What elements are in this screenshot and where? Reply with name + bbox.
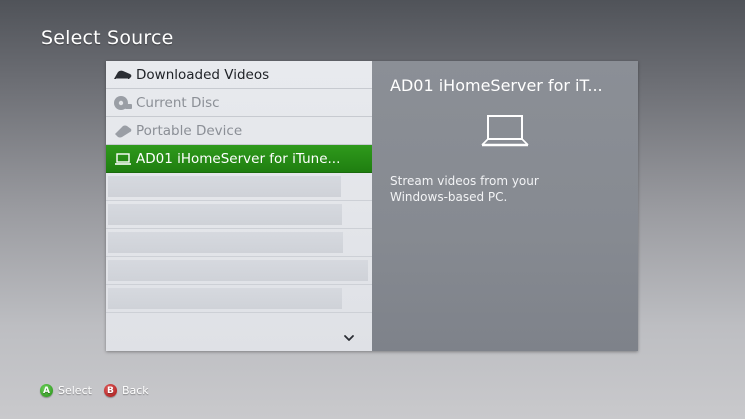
source-list: Downloaded Videos Current Disc Portable …	[106, 61, 372, 351]
select-hint[interactable]: Select	[58, 384, 92, 397]
empty-list-slot	[106, 201, 372, 229]
portable-device-icon	[112, 122, 134, 140]
list-item-label: AD01 iHomeServer for iTune...	[136, 150, 341, 167]
empty-list-slot	[106, 285, 372, 313]
empty-list-slot	[106, 229, 372, 257]
empty-list-slot	[106, 257, 372, 285]
details-title: AD01 iHomeServer for iT...	[390, 76, 603, 95]
list-item-label: Portable Device	[136, 122, 243, 139]
page-title: Select Source	[41, 27, 174, 49]
laptop-icon	[112, 150, 134, 168]
chevron-down-icon[interactable]	[342, 329, 356, 341]
list-item-label: Current Disc	[136, 94, 220, 111]
b-button-icon[interactable]: B	[103, 384, 117, 397]
source-panel: Downloaded Videos Current Disc Portable …	[106, 61, 638, 351]
disc-icon	[112, 94, 134, 112]
list-item-ihomeserver[interactable]: AD01 iHomeServer for iTune...	[106, 145, 372, 173]
a-button-icon[interactable]: A	[40, 384, 53, 397]
back-hint[interactable]: Back	[122, 384, 149, 397]
download-icon	[112, 66, 134, 84]
list-item-portable-device[interactable]: Portable Device	[106, 117, 372, 145]
list-item-label: Downloaded Videos	[136, 66, 270, 83]
empty-list-slot	[106, 173, 372, 201]
laptop-icon	[480, 113, 530, 151]
list-item-downloaded-videos[interactable]: Downloaded Videos	[106, 61, 372, 89]
button-hints: A Select B Back	[40, 384, 161, 397]
details-description: Stream videos from your Windows-based PC…	[390, 174, 539, 204]
list-item-current-disc[interactable]: Current Disc	[106, 89, 372, 117]
details-pane: AD01 iHomeServer for iT... Stream videos…	[372, 61, 638, 351]
